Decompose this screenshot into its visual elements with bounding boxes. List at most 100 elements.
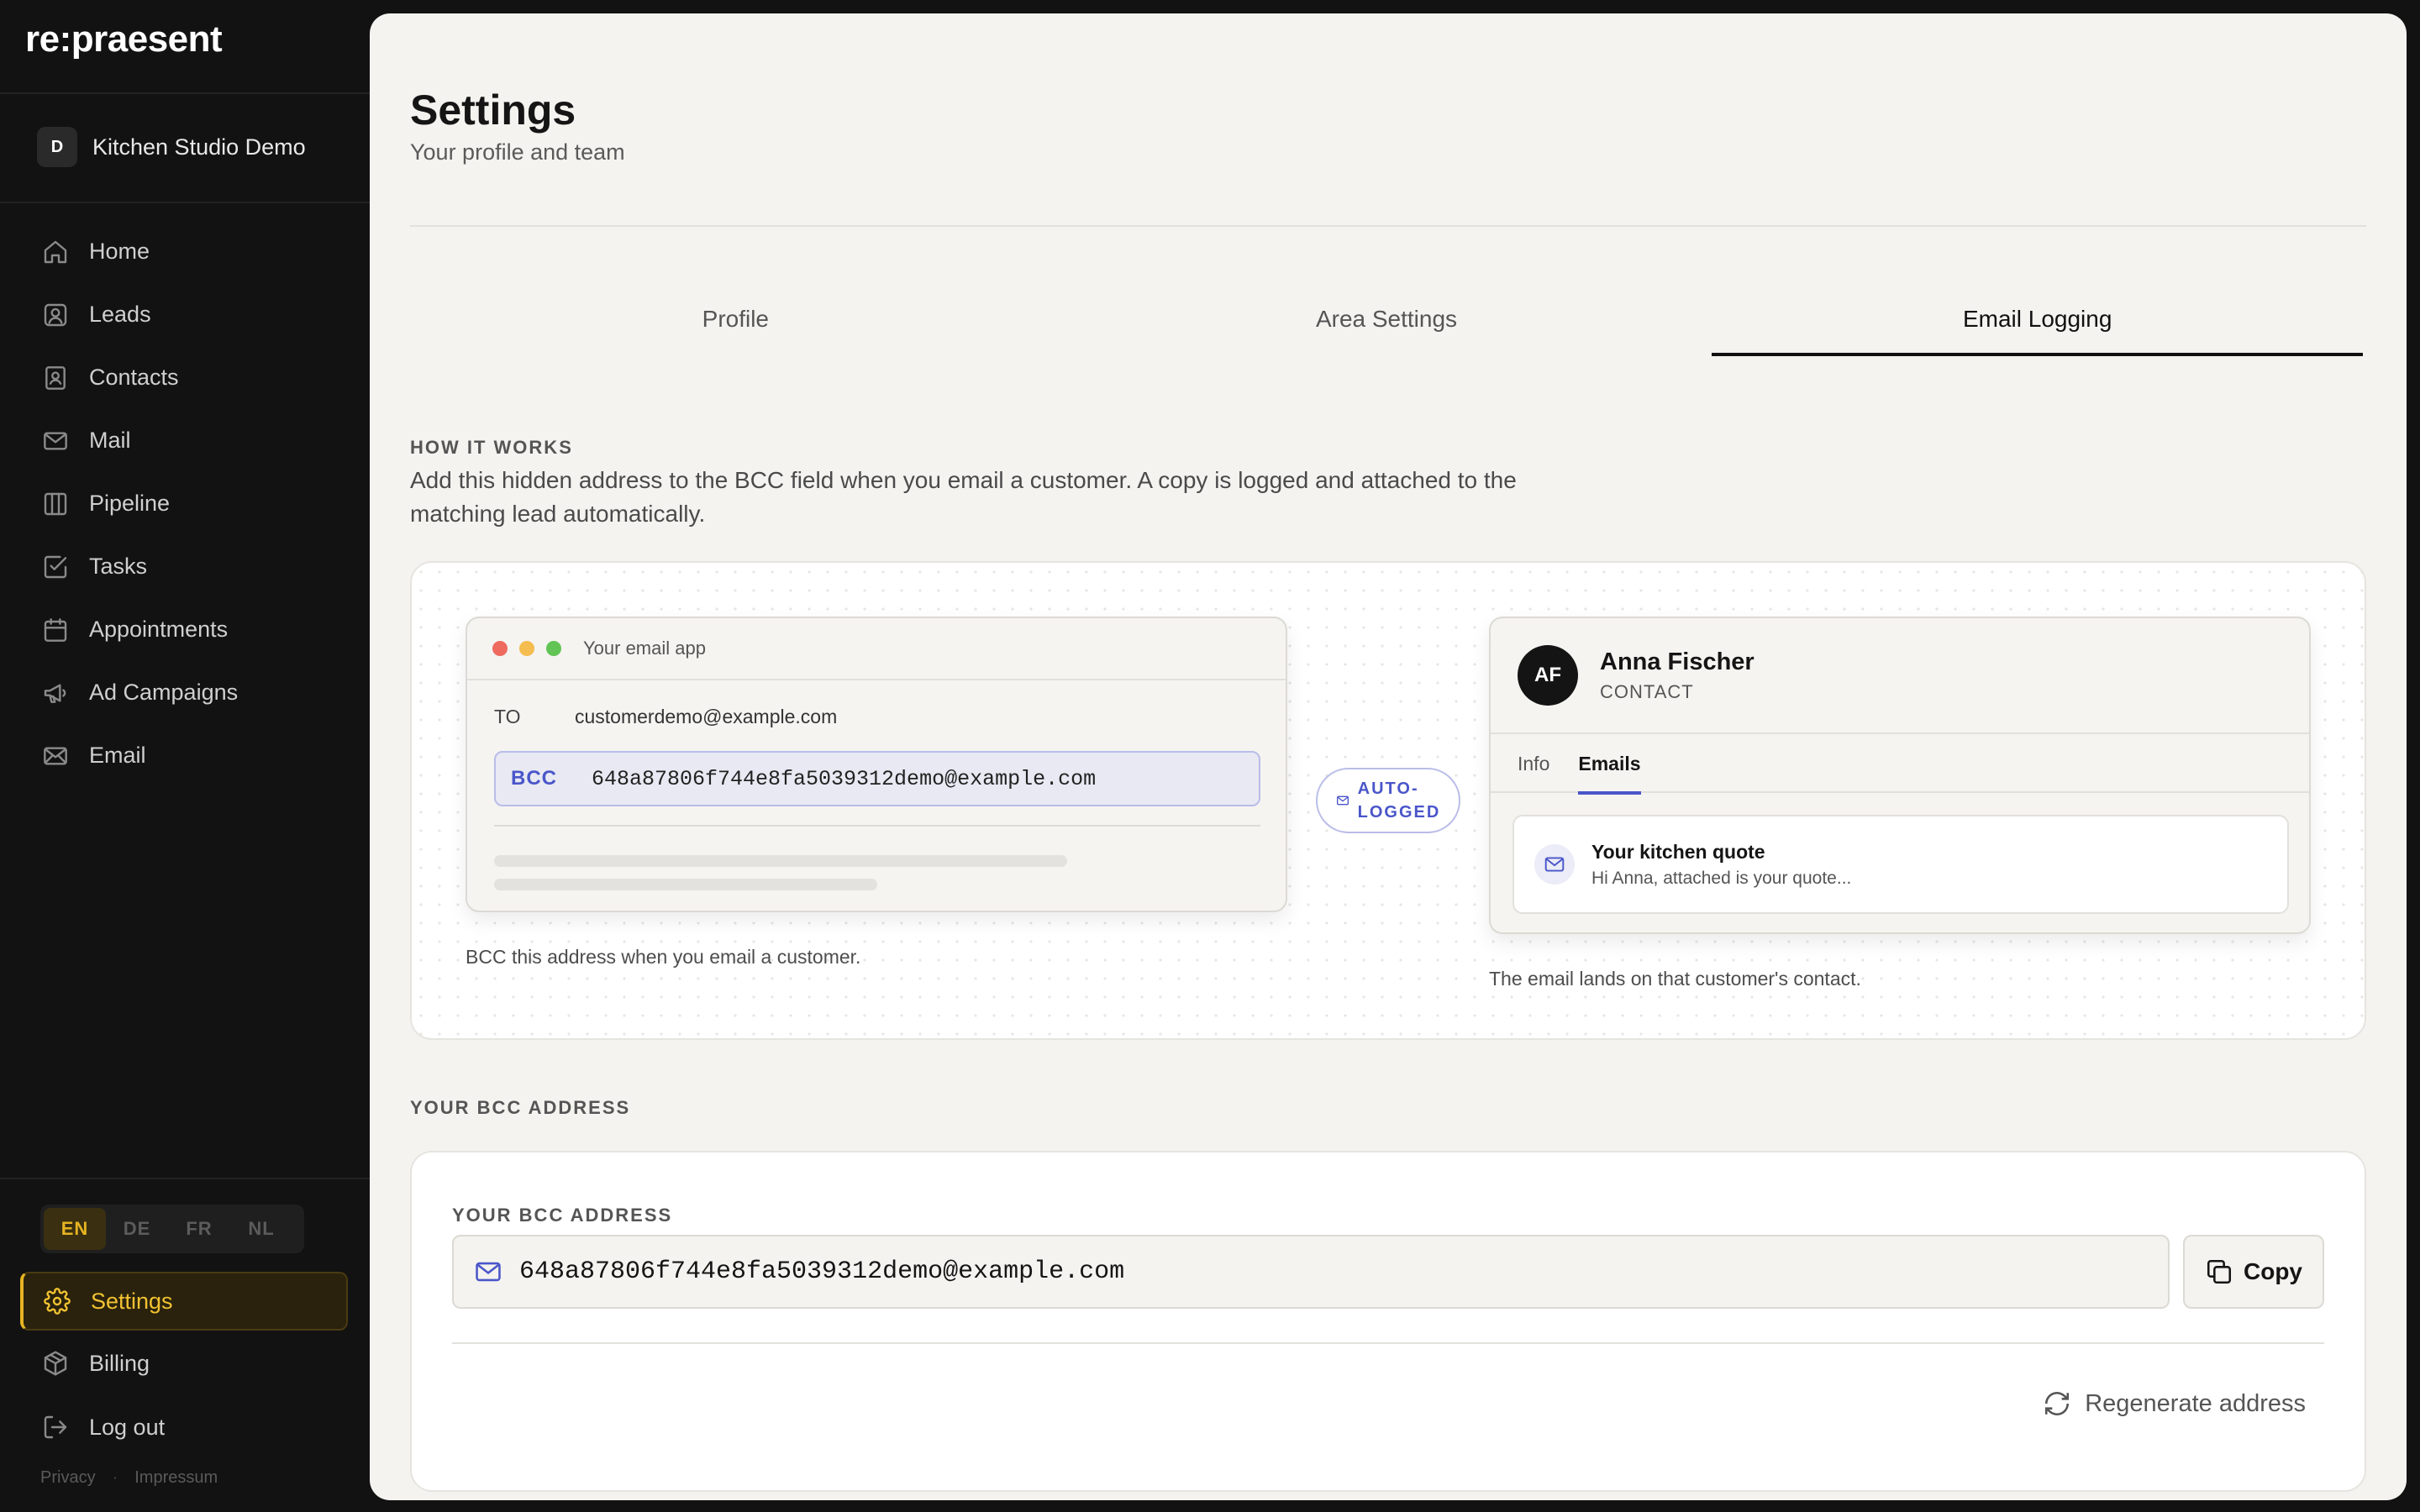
language-option-en[interactable]: EN — [44, 1208, 106, 1250]
email-app-titlebar: Your email app — [467, 618, 1286, 680]
contact-book-icon — [45, 365, 66, 390]
sidebar-item-label: Email — [89, 743, 146, 768]
language-option-nl[interactable]: NL — [230, 1208, 292, 1250]
sidebar-item-ad-campaigns[interactable]: Ad Campaigns — [20, 661, 350, 724]
workspace-badge: D — [37, 127, 77, 167]
sidebar-item-label: Billing — [89, 1350, 150, 1376]
logged-email-item: Your kitchen quote Hi Anna, attached is … — [1512, 815, 2289, 914]
sidebar-item-appointments[interactable]: Appointments — [20, 598, 350, 661]
bcc-address-value: 648a87806f744e8fa5039312demo@example.com — [519, 1257, 1125, 1286]
email-app-caption: BCC this address when you email a custom… — [466, 946, 861, 968]
sidebar-item-label: Leads — [89, 302, 151, 327]
tab-area-settings[interactable]: Area Settings — [1061, 282, 1712, 356]
settings-tabs: Profile Area Settings Email Logging — [410, 282, 2363, 356]
sidebar-item-leads[interactable]: Leads — [20, 283, 350, 346]
sidebar-item-contacts[interactable]: Contacts — [20, 346, 350, 409]
body-placeholder-line — [494, 855, 1067, 867]
minimize-dot-icon — [519, 641, 534, 656]
language-option-de[interactable]: DE — [106, 1208, 168, 1250]
logged-email-title: Your kitchen quote — [1591, 840, 1765, 863]
sidebar-item-label: Contacts — [89, 365, 179, 390]
logged-email-preview: Hi Anna, attached is your quote... — [1591, 868, 1852, 888]
to-row: TO customerdemo@example.com — [494, 706, 837, 728]
badge-line: LOGGED — [1357, 803, 1441, 822]
megaphone-icon — [44, 683, 66, 703]
contact-tab-info: Info — [1518, 752, 1550, 774]
checkbox-icon — [44, 555, 67, 578]
copy-button[interactable]: Copy — [2183, 1235, 2324, 1309]
impressum-link[interactable]: Impressum — [134, 1468, 218, 1488]
workspace-switcher[interactable]: D Kitchen Studio Demo — [37, 126, 306, 168]
calendar-icon — [44, 617, 67, 642]
avatar: AF — [1518, 645, 1578, 706]
badge-line: AUTO- — [1357, 780, 1419, 798]
sidebar-item-label: Ad Campaigns — [89, 680, 239, 705]
bcc-card-divider — [452, 1342, 2324, 1344]
page-title: Settings — [410, 87, 576, 134]
home-icon — [44, 240, 67, 263]
tab-profile[interactable]: Profile — [410, 282, 1061, 356]
copy-icon — [2207, 1259, 2232, 1284]
mail-icon — [476, 1262, 501, 1282]
workspace-name: Kitchen Studio Demo — [92, 134, 306, 160]
copy-label: Copy — [2244, 1258, 2302, 1284]
logout-label: Log out — [89, 1414, 166, 1440]
email-body-divider — [494, 825, 1260, 827]
maximize-dot-icon — [546, 641, 561, 656]
sidebar-item-label: Settings — [91, 1288, 173, 1314]
bcc-row: BCC 648a87806f744e8fa5039312demo@example… — [494, 751, 1260, 806]
contact-mockup: AF Anna Fischer CONTACT Info Emails Your… — [1489, 617, 2311, 934]
to-label: TO — [494, 706, 521, 727]
separator-dot: · — [112, 1468, 118, 1487]
gear-icon — [44, 1288, 71, 1315]
sidebar-divider — [0, 1178, 370, 1179]
envelope-open-icon — [44, 746, 67, 765]
sidebar-divider — [0, 92, 370, 94]
close-dot-icon — [492, 641, 508, 656]
bcc-section-heading: YOUR BCC ADDRESS — [410, 1097, 631, 1118]
contact-name: Anna Fischer — [1600, 648, 1754, 675]
body-placeholder-line — [494, 879, 877, 890]
mail-icon — [1534, 844, 1575, 885]
tab-email-logging[interactable]: Email Logging — [1712, 282, 2363, 356]
sidebar-item-settings[interactable]: Settings — [20, 1272, 348, 1331]
sidebar-item-mail[interactable]: Mail — [20, 409, 350, 472]
app-logo[interactable]: re:praesent — [25, 18, 223, 60]
sidebar-item-home[interactable]: Home — [20, 220, 350, 283]
contact-caption: The email lands on that customer's conta… — [1489, 968, 1861, 990]
header-divider — [410, 225, 2366, 227]
bcc-address-field[interactable]: 648a87806f744e8fa5039312demo@example.com — [452, 1235, 2170, 1309]
sidebar-item-label: Mail — [89, 428, 131, 453]
email-app-title: Your email app — [583, 638, 706, 659]
how-it-works-text: Add this hidden address to the BCC field… — [410, 467, 1517, 527]
privacy-link[interactable]: Privacy — [40, 1468, 96, 1488]
sidebar-item-pipeline[interactable]: Pipeline — [20, 472, 350, 535]
language-option-fr[interactable]: FR — [168, 1208, 230, 1250]
package-icon — [44, 1351, 67, 1376]
bcc-label: BCC — [511, 767, 557, 790]
main-content: Settings Your profile and team Profile A… — [370, 13, 2407, 1500]
columns-icon — [44, 492, 67, 515]
sidebar-item-label: Appointments — [89, 617, 229, 642]
how-it-works-heading: HOW IT WORKS — [410, 437, 573, 458]
sidebar-item-tasks[interactable]: Tasks — [20, 535, 350, 598]
sidebar-item-label: Tasks — [89, 554, 148, 579]
mail-icon — [1336, 795, 1349, 806]
logout-icon — [44, 1415, 67, 1439]
sidebar: re:praesent D Kitchen Studio Demo Home L… — [0, 0, 370, 1512]
footer-links: Privacy · Impressum — [40, 1468, 218, 1488]
regenerate-address-button[interactable]: Regenerate address — [2043, 1389, 2306, 1418]
email-app-mockup: Your email app TO customerdemo@example.c… — [466, 617, 1287, 912]
auto-logged-badge: AUTO- LOGGED — [1316, 768, 1460, 833]
sidebar-item-email[interactable]: Email — [20, 724, 350, 787]
regenerate-label: Regenerate address — [2085, 1389, 2306, 1417]
refresh-icon — [2045, 1392, 2070, 1415]
contact-role: CONTACT — [1600, 680, 1694, 702]
bcc-address-card: YOUR BCC ADDRESS 648a87806f744e8fa503931… — [410, 1151, 2366, 1492]
sidebar-divider — [0, 202, 370, 203]
sidebar-item-label: Home — [89, 239, 150, 264]
logout-button[interactable]: Log out — [20, 1398, 350, 1457]
sidebar-item-billing[interactable]: Billing — [20, 1334, 350, 1393]
contact-tab-emails: Emails — [1578, 734, 1641, 795]
to-value: customerdemo@example.com — [575, 706, 838, 727]
